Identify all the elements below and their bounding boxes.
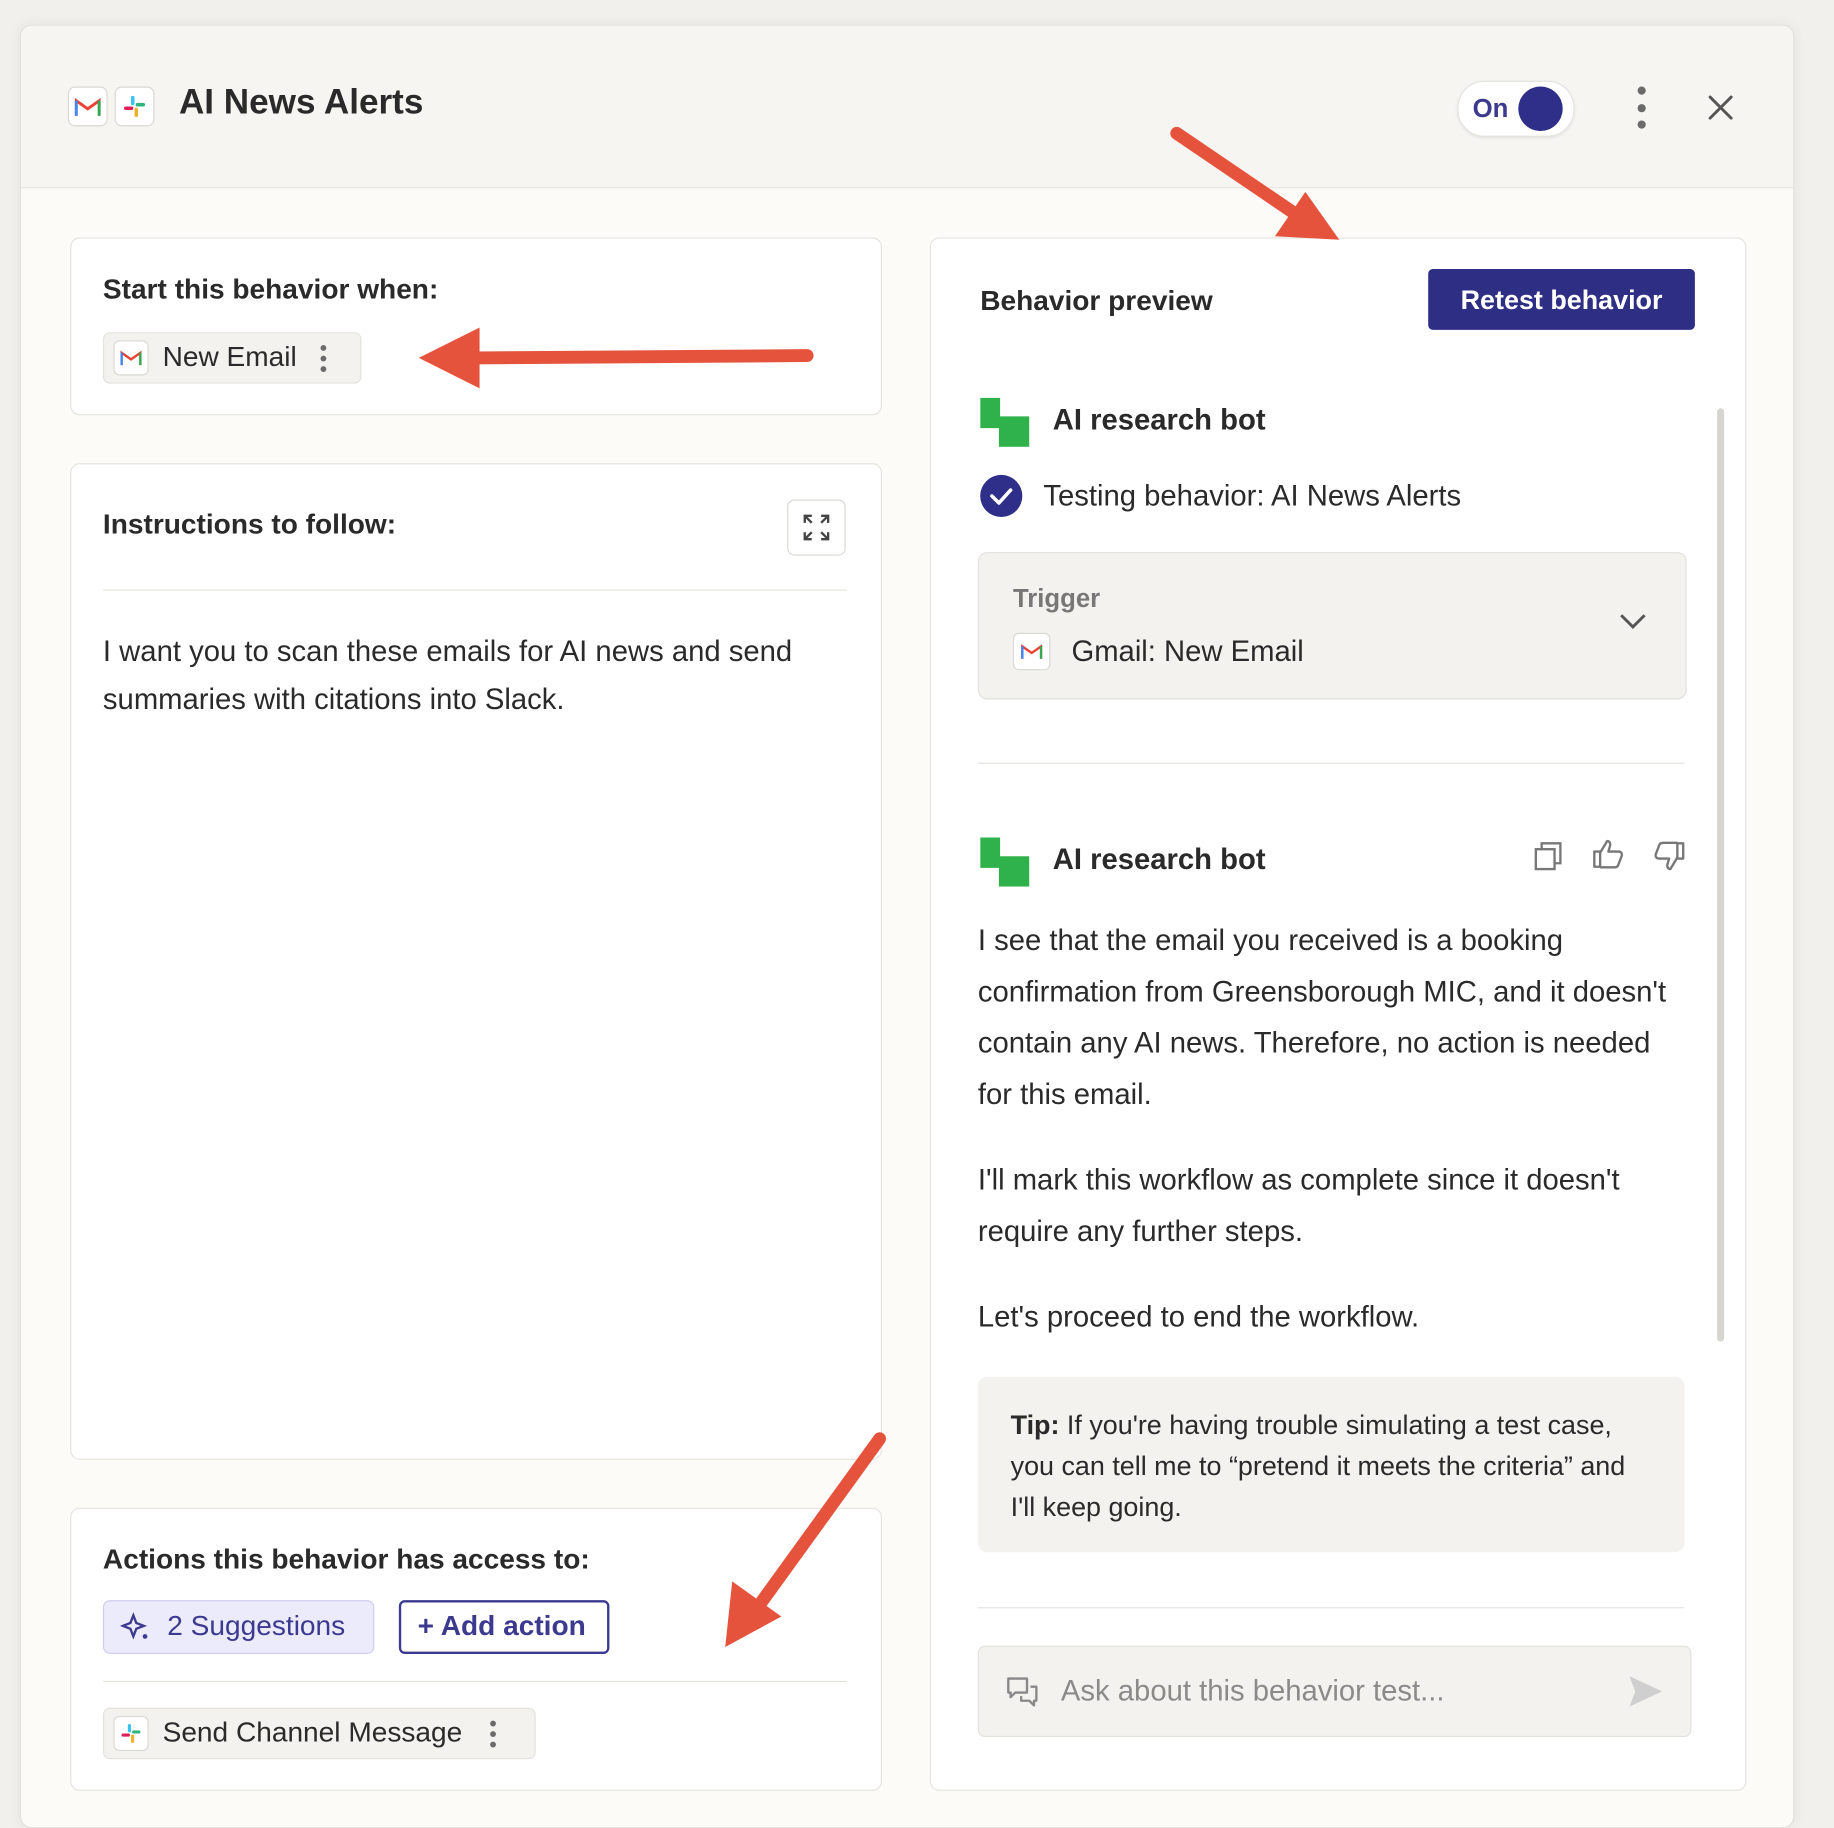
check-circle-icon [980,474,1023,518]
trigger-chip[interactable]: New Email [102,332,362,384]
sparkle-icon [120,1612,148,1640]
action-chip[interactable]: Send Channel Message [102,1707,536,1760]
tip-box: Tip: If you're having trouble simulating… [977,1376,1685,1553]
kebab-menu-icon[interactable] [1629,86,1652,129]
suggestions-button[interactable]: 2 Suggestions [102,1600,375,1654]
preview-panel: Behavior preview Retest behavior AI rese… [929,237,1747,1791]
add-action-button[interactable]: + Add action [398,1600,610,1654]
reply-paragraph: I'll mark this workflow as complete sinc… [977,1163,1620,1249]
divider [102,1680,847,1683]
gmail-icon [1012,632,1051,671]
suggestions-label: 2 Suggestions [167,1610,346,1643]
app-icons [67,86,155,127]
trigger-accordion-value: Gmail: New Email [1012,632,1304,671]
trigger-chip-label: New Email [162,341,297,374]
copy-icon[interactable] [1532,840,1565,873]
trigger-card: Start this behavior when: New Email [70,237,882,416]
divider [977,762,1685,764]
kebab-menu-icon[interactable] [490,1720,497,1747]
chevron-down-icon[interactable] [1618,612,1648,631]
thumbs-up-icon[interactable] [1591,838,1626,871]
toggle-label: On [1472,93,1509,123]
action-chip-label: Send Channel Message [162,1717,463,1749]
bot-name: AI research bot [1052,403,1266,437]
trigger-card-label: Start this behavior when: [102,273,439,306]
gmail-icon [67,86,108,127]
slack-icon [113,1715,149,1752]
trigger-accordion-label: Trigger [1012,583,1101,613]
ask-input[interactable] [1058,1673,1628,1710]
expand-icon[interactable] [787,499,846,556]
thumbs-down-icon[interactable] [1652,840,1687,873]
tip-label: Tip: [1010,1409,1060,1440]
toggle-knob [1518,86,1563,132]
instructions-text[interactable]: I want you to scan these emails for AI n… [103,628,840,724]
behavior-modal: AI News Alerts On Start this behavior wh… [19,24,1795,1828]
tip-text: If you're having trouble simulating a te… [1010,1409,1626,1522]
gmail-icon [113,340,149,376]
divider [102,589,847,591]
reply-paragraph: I see that the email you received is a b… [977,924,1667,1112]
reply-paragraph: Let's proceed to end the workflow. [977,1300,1420,1334]
actions-card: Actions this behavior has access to: 2 S… [70,1507,882,1791]
trigger-accordion[interactable]: Trigger Gmail: New Email [977,552,1687,700]
chat-icon [1007,1677,1038,1707]
page-title: AI News Alerts [178,83,424,122]
retest-behavior-button[interactable]: Retest behavior [1428,269,1695,330]
reply-bot-name: AI research bot [1052,843,1266,877]
actions-card-label: Actions this behavior has access to: [102,1544,590,1576]
scrollbar[interactable] [1717,408,1725,1342]
kebab-menu-icon[interactable] [320,344,326,372]
on-off-toggle[interactable]: On [1457,80,1575,137]
bot-reply: I see that the email you received is a b… [978,915,1692,1377]
close-icon[interactable] [1703,90,1738,125]
trigger-value-text: Gmail: New Email [1071,634,1304,668]
modal-header: AI News Alerts On [21,25,1794,189]
test-status: Testing behavior: AI News Alerts [980,474,1462,518]
test-status-text: Testing behavior: AI News Alerts [1043,478,1462,512]
instructions-card-label: Instructions to follow: [102,508,397,541]
slack-icon [114,86,155,127]
divider [977,1607,1685,1609]
bot-logo-icon [980,397,1030,447]
bot-logo-icon [980,837,1030,887]
send-icon[interactable] [1627,1674,1664,1709]
preview-label: Behavior preview [980,285,1213,317]
instructions-card: Instructions to follow: I want you to sc… [70,463,882,1460]
ask-field[interactable] [977,1645,1692,1738]
